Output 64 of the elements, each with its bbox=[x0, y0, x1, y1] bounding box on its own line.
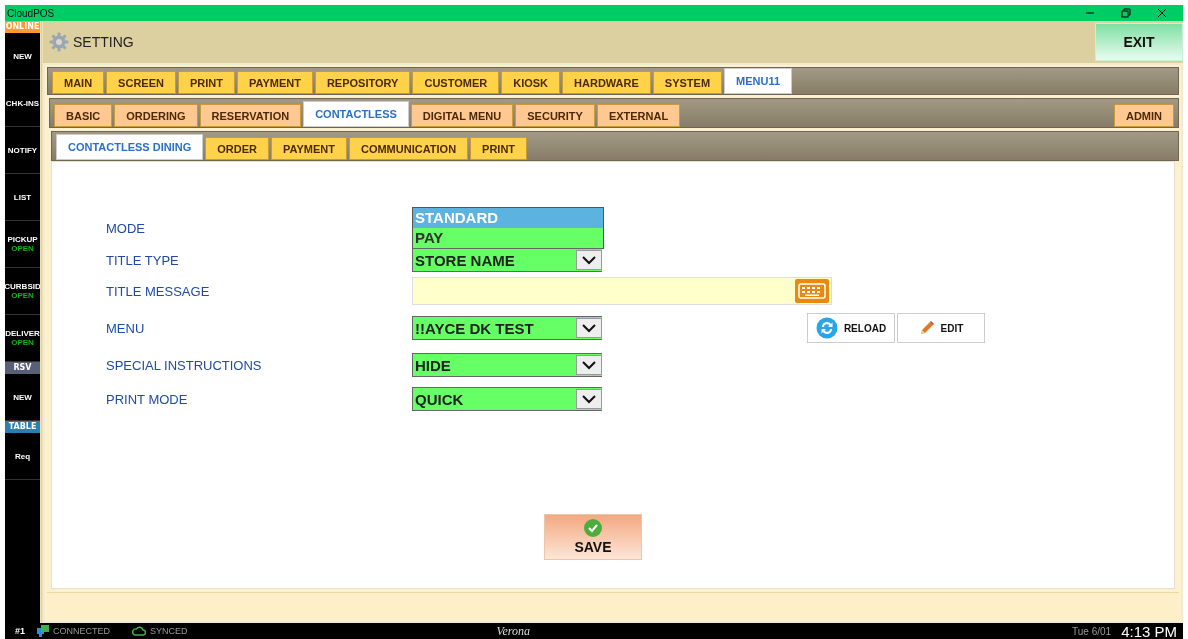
dropdown[interactable]: QUICK bbox=[412, 387, 602, 411]
reload-button[interactable]: RELOAD bbox=[807, 313, 895, 343]
chevron-down-icon[interactable] bbox=[576, 318, 602, 338]
sub-tab[interactable]: SECURITY bbox=[515, 104, 595, 127]
sub-tab[interactable]: BASIC bbox=[54, 104, 113, 127]
exit-button[interactable]: EXIT bbox=[1095, 23, 1183, 61]
dropdown[interactable]: HIDE bbox=[412, 353, 602, 377]
main-tab[interactable]: SYSTEM bbox=[652, 71, 723, 94]
field-label: TITLE TYPE bbox=[106, 252, 180, 268]
date-text: Tue 6/01 bbox=[1072, 625, 1112, 637]
field-label: MENU bbox=[106, 320, 146, 336]
dropdown[interactable]: !!AYCE DK TEST bbox=[412, 316, 602, 340]
text-input-field[interactable] bbox=[412, 277, 832, 305]
sidebar-header: ONLINE bbox=[5, 21, 40, 33]
refresh-icon bbox=[815, 317, 838, 339]
main-tab[interactable]: PRINT bbox=[177, 71, 235, 94]
field-label: MODE bbox=[106, 220, 146, 236]
terminal-number: #1 bbox=[15, 626, 25, 636]
chevron-down-icon[interactable] bbox=[576, 355, 602, 375]
section-tab[interactable]: PAYMENT bbox=[271, 137, 347, 160]
cloud-icon bbox=[132, 626, 147, 636]
gear-icon bbox=[49, 32, 69, 52]
main-tab[interactable]: SCREEN bbox=[106, 71, 176, 94]
edit-button[interactable]: EDIT bbox=[897, 313, 985, 343]
main-tab[interactable]: REPOSITORY bbox=[314, 71, 411, 94]
pencil-icon bbox=[918, 320, 935, 336]
location-name: Verona bbox=[496, 623, 531, 639]
field-label: PRINT MODE bbox=[106, 391, 189, 407]
sub-tab[interactable]: EXTERNAL bbox=[596, 104, 681, 127]
section-tab[interactable]: CONTACTLESS DINING bbox=[56, 134, 204, 160]
sub-tab[interactable]: DIGITAL MENU bbox=[410, 104, 514, 127]
section-tab[interactable]: COMMUNICATION bbox=[348, 137, 469, 160]
window-title: CloudPOS bbox=[7, 7, 55, 19]
sub-tab[interactable]: ORDERING bbox=[114, 104, 198, 127]
chevron-down-icon[interactable] bbox=[576, 250, 602, 270]
connection-status: CONNECTED bbox=[53, 626, 111, 636]
sub-tab[interactable]: CONTACTLESS bbox=[303, 101, 409, 127]
sub-tab[interactable]: RESERVATION bbox=[199, 104, 302, 127]
maximize-icon[interactable] bbox=[1121, 8, 1131, 18]
clock-time: 4:13 PM bbox=[1121, 622, 1177, 639]
main-tab[interactable]: MAIN bbox=[52, 71, 105, 94]
sidebar-header: RSV bbox=[5, 362, 40, 374]
dropdown-option[interactable]: PAY bbox=[413, 228, 603, 248]
checkmark-icon bbox=[584, 519, 602, 537]
sync-status: SYNCED bbox=[150, 626, 188, 636]
close-icon[interactable] bbox=[1157, 8, 1167, 18]
section-tab[interactable]: PRINT bbox=[470, 137, 528, 160]
chevron-down-icon[interactable] bbox=[576, 389, 602, 409]
field-label: SPECIAL INSTRUCTIONS bbox=[106, 357, 263, 373]
dropdown[interactable]: STORE NAME bbox=[412, 248, 602, 272]
save-button[interactable]: SAVE bbox=[544, 514, 642, 560]
page-title: SETTING bbox=[73, 34, 134, 50]
field-label: TITLE MESSAGE bbox=[106, 283, 211, 299]
section-tab[interactable]: ORDER bbox=[205, 137, 269, 160]
dropdown-list[interactable]: STANDARD PAY bbox=[412, 207, 604, 249]
network-icon bbox=[37, 625, 49, 637]
main-tab[interactable]: HARDWARE bbox=[562, 71, 651, 94]
main-tab[interactable]: PAYMENT bbox=[236, 71, 313, 94]
keyboard-icon[interactable] bbox=[795, 279, 829, 303]
main-tab[interactable]: KIOSK bbox=[501, 71, 561, 94]
sidebar-header: TABLE bbox=[5, 421, 40, 433]
main-tab[interactable]: MENU11 bbox=[724, 68, 793, 94]
main-tab[interactable]: CUSTOMER bbox=[412, 71, 500, 94]
admin-tab[interactable]: ADMIN bbox=[1113, 104, 1174, 127]
